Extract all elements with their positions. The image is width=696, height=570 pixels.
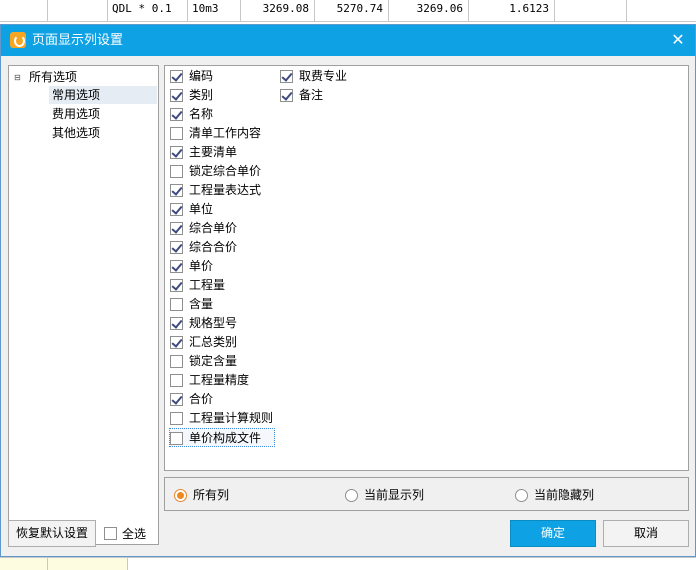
- option-label: 规格型号: [189, 316, 238, 330]
- tree-item-fee-options[interactable]: 费用选项: [49, 105, 104, 123]
- radio-label: 当前隐藏列: [534, 488, 595, 502]
- radio-dot[interactable]: [174, 489, 187, 502]
- background-table-bottom: [0, 557, 696, 570]
- option-category-tree: ⊟ 所有选项 常用选项 费用选项 其他选项: [8, 65, 159, 545]
- table-cell: [555, 0, 627, 22]
- checkbox-checked[interactable]: [170, 203, 183, 216]
- radio-label: 所有列: [193, 488, 230, 502]
- checkbox-checked[interactable]: [170, 260, 183, 273]
- table-cell: QDL * 0.1: [108, 0, 188, 22]
- checkbox-unchecked[interactable]: [170, 127, 183, 140]
- option-label: 锁定含量: [189, 354, 238, 368]
- tree-item-other-options[interactable]: 其他选项: [49, 124, 104, 142]
- checkbox-checked[interactable]: [170, 108, 183, 121]
- checkbox-checked[interactable]: [170, 184, 183, 197]
- option-label: 合价: [189, 392, 214, 406]
- checkbox-checked[interactable]: [280, 70, 293, 83]
- option-label: 清单工作内容: [189, 126, 262, 140]
- table-cell: [48, 0, 108, 22]
- tree-root-all-options[interactable]: ⊟ 所有选项: [14, 69, 77, 85]
- table-cell: [48, 558, 128, 570]
- radio-label: 当前显示列: [364, 488, 425, 502]
- option-label: 编码: [189, 69, 214, 83]
- table-cell: 5270.74: [315, 0, 389, 22]
- option-label: 综合合价: [189, 240, 238, 254]
- dialog-title: 页面显示列设置: [32, 33, 124, 48]
- option-label: 单位: [189, 202, 214, 216]
- tree-item-common-options[interactable]: 常用选项: [49, 86, 157, 104]
- option-label: 工程量计算规则: [189, 411, 274, 425]
- option-label: 工程量表达式: [189, 183, 262, 197]
- table-cell: 1.6123: [469, 0, 555, 22]
- option-label: 工程量: [189, 278, 226, 292]
- table-cell: [0, 558, 48, 570]
- option-label: 单价构成文件: [189, 431, 262, 445]
- option-label: 主要清单: [189, 145, 238, 159]
- checkbox-unchecked[interactable]: [170, 298, 183, 311]
- restore-default-button[interactable]: 恢复默认设置: [8, 520, 96, 547]
- checkbox-unchecked[interactable]: [170, 432, 183, 445]
- checkbox-checked[interactable]: [170, 222, 183, 235]
- column-options-panel: 编码类别名称清单工作内容 主要清单锁定综合单价 工程量表达式 单位综合单价综合合价单价…: [164, 65, 689, 471]
- option-label: 综合单价: [189, 221, 238, 235]
- option-label: 取费专业: [299, 69, 348, 83]
- select-all-label: 全选: [122, 527, 147, 541]
- close-icon[interactable]: ✕: [667, 29, 689, 51]
- checkbox-box[interactable]: [104, 527, 117, 540]
- ok-button[interactable]: 确定: [510, 520, 596, 547]
- option-label: 工程量精度: [189, 373, 250, 387]
- checkbox-checked[interactable]: [170, 279, 183, 292]
- column-settings-dialog: 页面显示列设置 ✕ ⊟ 所有选项 常用选项 费用选项 其他选项 编码类别名称清单工…: [0, 24, 696, 557]
- radio-dot[interactable]: [515, 489, 528, 502]
- checkbox-checked[interactable]: [170, 393, 183, 406]
- option-label: 含量: [189, 297, 214, 311]
- checkbox-checked[interactable]: [170, 146, 183, 159]
- checkbox-unchecked[interactable]: [170, 355, 183, 368]
- checkbox-checked[interactable]: [170, 241, 183, 254]
- option-checkbox[interactable]: 单价构成文件: [169, 428, 275, 447]
- option-label: 锁定综合单价: [189, 164, 262, 178]
- checkbox-checked[interactable]: [280, 89, 293, 102]
- checkbox-checked[interactable]: [170, 317, 183, 330]
- option-label: 备注: [299, 88, 324, 102]
- radio-dot[interactable]: [345, 489, 358, 502]
- table-cell: 3269.06: [389, 0, 469, 22]
- column-filter-group: 所有列 当前显示列 当前隐藏列: [164, 477, 689, 511]
- option-label: 汇总类别: [189, 335, 238, 349]
- table-cell: [0, 0, 48, 22]
- table-cell: 10m3: [188, 0, 241, 22]
- checkbox-checked[interactable]: [170, 70, 183, 83]
- option-label: 名称: [189, 107, 214, 121]
- option-label: 类别: [189, 88, 214, 102]
- cancel-button[interactable]: 取消: [603, 520, 689, 547]
- dialog-titlebar[interactable]: 页面显示列设置 ✕: [1, 25, 695, 56]
- app-logo-icon: [10, 32, 26, 48]
- checkbox-unchecked[interactable]: [170, 165, 183, 178]
- collapse-icon[interactable]: ⊟: [14, 73, 23, 82]
- checkbox-checked[interactable]: [170, 89, 183, 102]
- checkbox-unchecked[interactable]: [170, 412, 183, 425]
- option-label: 单价: [189, 259, 214, 273]
- table-cell: 3269.08: [241, 0, 315, 22]
- checkbox-unchecked[interactable]: [170, 374, 183, 387]
- checkbox-checked[interactable]: [170, 336, 183, 349]
- background-table-row: QDL * 0.1 10m3 3269.08 5270.74 3269.06 1…: [0, 0, 696, 22]
- tree-root-label: 所有选项: [29, 70, 78, 84]
